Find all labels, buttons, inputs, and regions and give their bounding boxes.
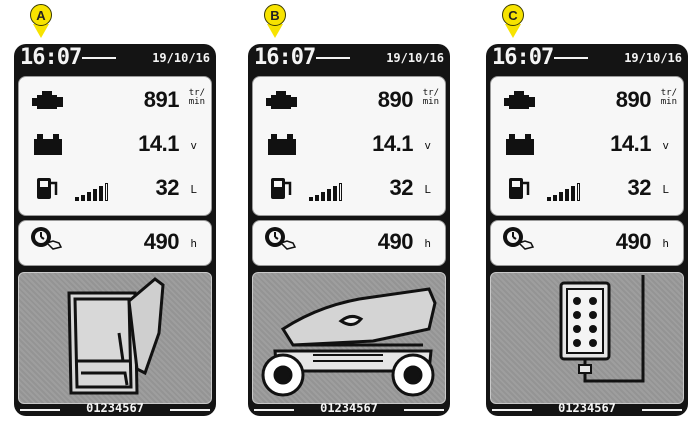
serial-divider-right — [404, 409, 444, 411]
callout-pointer — [267, 24, 283, 38]
fuel-level-unit: L — [662, 183, 669, 196]
fuel-pump-icon — [37, 178, 58, 199]
remote-control-illustration — [559, 275, 645, 383]
engine-icon — [32, 91, 63, 109]
battery-voltage-row: 14.1 v — [19, 125, 211, 165]
engine-speed-row: 891 tr/min — [19, 81, 211, 121]
hour-meter-icon — [265, 227, 297, 250]
serial-number: 01234567 — [558, 401, 616, 415]
hour-meter-unit: h — [662, 237, 669, 250]
fuel-level-value: 32 — [155, 175, 180, 200]
readings-box: 890 tr/min 14.1 v 32 L — [252, 76, 446, 216]
callout-pointer — [33, 24, 49, 38]
battery-voltage-value: 14.1 — [138, 131, 179, 156]
status-bar: 16:07 19/10/16 — [486, 44, 688, 72]
status-bar: 16:07 19/10/16 — [248, 44, 450, 72]
fuel-level-bars — [75, 183, 108, 201]
status-bar: 16:07 19/10/16 — [14, 44, 216, 72]
battery-voltage-value: 14.1 — [372, 131, 413, 156]
fuel-pump-icon — [271, 178, 292, 199]
serial-divider-left — [20, 409, 60, 411]
fuel-level-row: 32 L — [491, 169, 683, 209]
fuel-pump-icon — [509, 178, 530, 199]
serial-number-bar: 01234567 — [486, 401, 688, 416]
battery-icon — [34, 134, 62, 155]
battery-voltage-row: 14.1 v — [491, 125, 683, 165]
serial-divider-right — [170, 409, 210, 411]
hour-meter-unit: h — [190, 237, 197, 250]
operator-seat-scene — [18, 272, 212, 404]
clock-time: 16:07 — [20, 45, 82, 70]
serial-number: 01234567 — [320, 401, 378, 415]
serial-divider-right — [642, 409, 682, 411]
fuel-level-unit: L — [424, 183, 431, 196]
hour-meter-row: 490 h — [253, 223, 445, 263]
engine-icon — [504, 91, 535, 109]
dashboard-screen: 16:07 19/10/16 890 tr/min 14.1 v 32 L 49… — [486, 44, 688, 416]
date-display: 19/10/16 — [624, 51, 682, 65]
mower-tractor-illustration — [261, 287, 437, 397]
hour-meter-box: 490 h — [252, 220, 446, 266]
fuel-level-row: 32 L — [253, 169, 445, 209]
callout-a: A — [30, 4, 52, 26]
battery-voltage-unit: v — [424, 139, 431, 152]
hour-meter-row: 490 h — [19, 223, 211, 263]
hour-meter-box: 490 h — [18, 220, 212, 266]
hour-meter-icon — [31, 227, 63, 250]
serial-number-bar: 01234567 — [248, 401, 450, 416]
status-divider — [316, 57, 350, 59]
operator-seat-illustration — [67, 277, 165, 395]
clock-time: 16:07 — [492, 45, 554, 70]
dashboard-screen: 16:07 19/10/16 891 tr/min 14.1 v 32 L 49… — [14, 44, 216, 416]
engine-speed-row: 890 tr/min — [253, 81, 445, 121]
display-panel-c: C 16:07 19/10/16 890 tr/min 14.1 v 32 L … — [486, 0, 688, 421]
status-divider — [82, 57, 116, 59]
callout-pointer — [505, 24, 521, 38]
readings-box: 890 tr/min 14.1 v 32 L — [490, 76, 684, 216]
fuel-level-row: 32 L — [19, 169, 211, 209]
engine-icon — [266, 91, 297, 109]
battery-voltage-value: 14.1 — [610, 131, 651, 156]
display-panel-b: B 16:07 19/10/16 890 tr/min 14.1 v 32 L … — [248, 0, 450, 421]
hour-meter-icon — [503, 227, 535, 250]
fuel-level-unit: L — [190, 183, 197, 196]
hour-meter-value: 490 — [615, 229, 652, 254]
serial-number-bar: 01234567 — [14, 401, 216, 416]
engine-speed-value: 891 — [143, 87, 180, 112]
serial-divider-left — [492, 409, 532, 411]
serial-number: 01234567 — [86, 401, 144, 415]
readings-box: 891 tr/min 14.1 v 32 L — [18, 76, 212, 216]
fuel-level-value: 32 — [627, 175, 652, 200]
battery-voltage-unit: v — [662, 139, 669, 152]
hour-meter-unit: h — [424, 237, 431, 250]
date-display: 19/10/16 — [386, 51, 444, 65]
hour-meter-box: 490 h — [490, 220, 684, 266]
date-display: 19/10/16 — [152, 51, 210, 65]
fuel-level-bars — [547, 183, 580, 201]
callout-c: C — [502, 4, 524, 26]
display-panel-a: A 16:07 19/10/16 891 tr/min 14.1 v 32 L … — [14, 0, 216, 421]
remote-control-scene — [490, 272, 684, 404]
callout-b: B — [264, 4, 286, 26]
engine-speed-value: 890 — [615, 87, 652, 112]
serial-divider-left — [254, 409, 294, 411]
status-divider — [554, 57, 588, 59]
clock-time: 16:07 — [254, 45, 316, 70]
battery-icon — [506, 134, 534, 155]
hour-meter-value: 490 — [377, 229, 414, 254]
engine-speed-unit: tr/min — [660, 88, 677, 107]
engine-speed-unit: tr/min — [422, 88, 439, 107]
hour-meter-value: 490 — [143, 229, 180, 254]
fuel-level-bars — [309, 183, 342, 201]
engine-speed-value: 890 — [377, 87, 414, 112]
hour-meter-row: 490 h — [491, 223, 683, 263]
battery-voltage-row: 14.1 v — [253, 125, 445, 165]
battery-voltage-unit: v — [190, 139, 197, 152]
mower-tractor-scene — [252, 272, 446, 404]
engine-speed-unit: tr/min — [188, 88, 205, 107]
fuel-level-value: 32 — [389, 175, 414, 200]
engine-speed-row: 890 tr/min — [491, 81, 683, 121]
battery-icon — [268, 134, 296, 155]
dashboard-screen: 16:07 19/10/16 890 tr/min 14.1 v 32 L 49… — [248, 44, 450, 416]
